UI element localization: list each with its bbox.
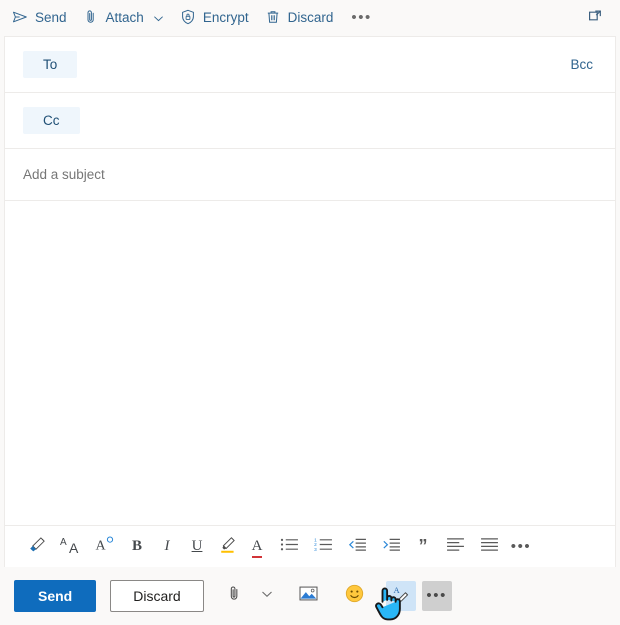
quote-icon: ” bbox=[419, 541, 428, 552]
message-body-editor[interactable] bbox=[5, 201, 615, 525]
font-options-icon: A bbox=[95, 535, 115, 558]
numbered-list-button[interactable]: 123 bbox=[307, 533, 339, 561]
bcc-link[interactable]: Bcc bbox=[562, 53, 601, 76]
send-plane-icon bbox=[12, 9, 28, 28]
font-color-button[interactable]: A bbox=[243, 533, 271, 561]
font-size-icon: AA bbox=[60, 538, 82, 556]
pop-out-icon bbox=[587, 7, 604, 29]
emoji-button[interactable] bbox=[340, 581, 370, 611]
discard-button[interactable]: Discard bbox=[110, 580, 203, 612]
compose-card: To Bcc Cc AA bbox=[4, 36, 616, 567]
attach-command[interactable]: Attach bbox=[75, 4, 172, 32]
shield-lock-icon bbox=[180, 9, 196, 28]
bulleted-list-button[interactable] bbox=[273, 533, 305, 561]
discard-command[interactable]: Discard bbox=[257, 4, 342, 32]
highlight-button[interactable] bbox=[213, 533, 241, 561]
attach-menu-button[interactable] bbox=[256, 581, 278, 611]
send-command-label: Send bbox=[35, 11, 67, 25]
bold-icon: B bbox=[132, 539, 142, 554]
align-left-button[interactable] bbox=[439, 533, 471, 561]
to-input[interactable] bbox=[77, 37, 562, 92]
font-size-button[interactable]: AA bbox=[55, 533, 87, 561]
send-command[interactable]: Send bbox=[4, 4, 75, 32]
quote-button[interactable]: ” bbox=[409, 533, 437, 561]
format-painter-button[interactable] bbox=[21, 533, 53, 561]
numbered-list-icon: 123 bbox=[314, 537, 333, 557]
cc-input[interactable] bbox=[80, 93, 602, 148]
trash-icon bbox=[265, 9, 281, 28]
underline-icon: U bbox=[192, 539, 203, 554]
encrypt-command[interactable]: Encrypt bbox=[172, 4, 257, 32]
increase-indent-button[interactable] bbox=[375, 533, 407, 561]
subject-row bbox=[5, 149, 615, 201]
formatting-overflow-button[interactable]: ••• bbox=[507, 533, 535, 561]
cc-chip-button[interactable]: Cc bbox=[23, 107, 80, 135]
svg-text:A: A bbox=[96, 539, 107, 554]
action-bar: Send Discard A bbox=[0, 567, 620, 625]
discard-command-label: Discard bbox=[288, 11, 334, 25]
underline-button[interactable]: U bbox=[183, 533, 211, 561]
attach-file-button[interactable] bbox=[220, 581, 250, 611]
picture-icon bbox=[299, 585, 318, 607]
svg-text:3: 3 bbox=[314, 546, 317, 551]
align-justify-button[interactable] bbox=[473, 533, 505, 561]
bold-button[interactable]: B bbox=[123, 533, 151, 561]
subject-input[interactable] bbox=[23, 167, 597, 182]
to-chip-button[interactable]: To bbox=[23, 51, 77, 79]
chevron-down-icon[interactable] bbox=[153, 13, 164, 24]
highlight-icon bbox=[218, 535, 237, 559]
decrease-indent-button[interactable] bbox=[341, 533, 373, 561]
emoji-icon bbox=[345, 584, 364, 608]
formatting-toolbar: AA A B I U A bbox=[5, 525, 615, 567]
paperclip-icon bbox=[83, 9, 99, 28]
command-bar-overflow-button[interactable]: ••• bbox=[341, 4, 382, 32]
attach-command-label: Attach bbox=[106, 11, 144, 25]
compose-window: Send Attach Encrypt Discard ••• bbox=[0, 0, 620, 625]
increase-indent-icon bbox=[382, 537, 401, 557]
to-row: To Bcc bbox=[5, 37, 615, 93]
align-justify-icon bbox=[480, 537, 499, 557]
align-left-icon bbox=[446, 537, 465, 557]
signature-button[interactable]: A bbox=[386, 581, 416, 611]
command-bar: Send Attach Encrypt Discard ••• bbox=[0, 0, 620, 36]
encrypt-command-label: Encrypt bbox=[203, 11, 249, 25]
italic-icon: I bbox=[165, 539, 170, 554]
bulleted-list-icon bbox=[280, 537, 299, 557]
cc-row: Cc bbox=[5, 93, 615, 149]
decrease-indent-icon bbox=[348, 537, 367, 557]
font-color-icon: A bbox=[252, 539, 263, 554]
format-painter-icon bbox=[28, 535, 47, 559]
pop-out-button[interactable] bbox=[579, 4, 612, 32]
insert-picture-button[interactable] bbox=[294, 581, 324, 611]
more-options-button[interactable]: ••• bbox=[422, 581, 452, 611]
send-button[interactable]: Send bbox=[14, 580, 96, 612]
svg-text:A: A bbox=[394, 585, 401, 595]
font-options-button[interactable]: A bbox=[89, 533, 121, 561]
italic-button[interactable]: I bbox=[153, 533, 181, 561]
chevron-down-icon bbox=[261, 587, 273, 605]
signature-icon: A bbox=[391, 584, 410, 608]
paperclip-icon bbox=[226, 585, 243, 607]
